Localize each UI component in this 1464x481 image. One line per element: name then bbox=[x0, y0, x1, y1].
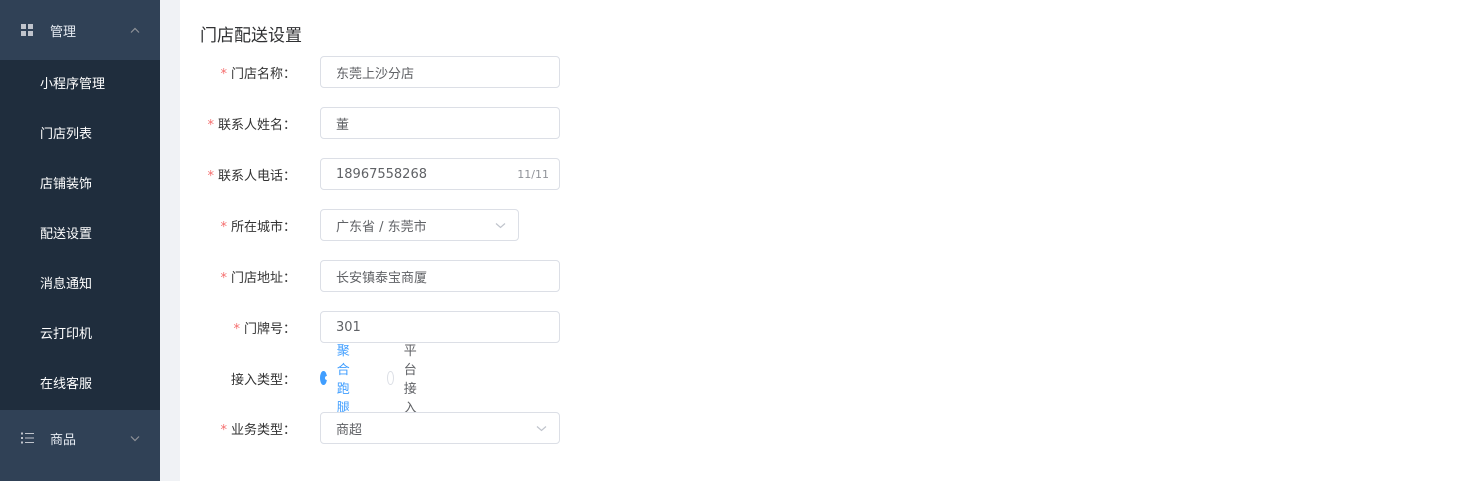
required-mark: * bbox=[233, 321, 240, 337]
form-row-access-type: 接入类型： 聚合跑腿 平台接入 bbox=[180, 344, 417, 416]
menu-goods-label: 商品 bbox=[50, 432, 77, 448]
contact-phone-label: * 联系人电话： bbox=[207, 168, 296, 184]
store-name-input[interactable]: 东莞上沙分店 bbox=[320, 56, 560, 88]
required-mark: * bbox=[207, 168, 214, 184]
door-number-input[interactable]: 301 bbox=[320, 311, 560, 343]
menu-goods[interactable]: 商品 bbox=[0, 410, 160, 466]
business-type-label: * 业务类型： bbox=[220, 422, 296, 438]
sidebar-item-store-list[interactable]: 门店列表 bbox=[0, 110, 160, 160]
form-row-contact-phone: * 联系人电话： 18967558268 11/11 bbox=[180, 158, 560, 190]
required-mark: * bbox=[207, 117, 214, 133]
char-counter: 11/11 bbox=[517, 167, 549, 181]
submenu-manage: 小程序管理 门店列表 店铺装饰 配送设置 消息通知 云打印机 在线客服 bbox=[0, 60, 160, 410]
business-type-select[interactable]: 商超 bbox=[320, 412, 560, 444]
radio-platform-access[interactable]: 平台接入 bbox=[387, 340, 424, 416]
grid-icon bbox=[20, 23, 34, 37]
contact-name-label: * 联系人姓名： bbox=[207, 117, 296, 133]
contact-phone-input[interactable]: 18967558268 11/11 bbox=[320, 158, 560, 190]
required-mark: * bbox=[220, 219, 227, 235]
chevron-up-icon bbox=[130, 23, 140, 38]
chevron-down-icon bbox=[495, 218, 506, 233]
menu-manage[interactable]: 管理 bbox=[0, 0, 160, 60]
page-title: 门店配送设置 bbox=[200, 26, 302, 46]
form-row-city: * 所在城市： 广东省 / 东莞市 bbox=[180, 209, 519, 241]
form-row-contact-name: * 联系人姓名： 董 bbox=[180, 107, 560, 139]
required-mark: * bbox=[220, 422, 227, 438]
chevron-down-icon bbox=[536, 421, 547, 436]
form-row-business-type: * 业务类型： 商超 bbox=[180, 412, 560, 444]
address-label: * 门店地址： bbox=[220, 270, 296, 286]
radio-aggregate-errand[interactable]: 聚合跑腿 bbox=[320, 340, 357, 416]
radio-unchecked-icon bbox=[387, 371, 394, 385]
sidebar-item-cloud-printer[interactable]: 云打印机 bbox=[0, 310, 160, 360]
sidebar-item-delivery-settings[interactable]: 配送设置 bbox=[0, 210, 160, 260]
address-input[interactable]: 长安镇泰宝商厦 bbox=[320, 260, 560, 292]
menu-manage-label: 管理 bbox=[50, 24, 77, 40]
access-type-label: 接入类型： bbox=[230, 372, 296, 388]
form-row-store-name: * 门店名称： 东莞上沙分店 bbox=[180, 56, 560, 88]
contact-name-input[interactable]: 董 bbox=[320, 107, 560, 139]
main-content: 门店配送设置 * 门店名称： 东莞上沙分店 * 联系人姓名： 董 * 联系人电话： 1… bbox=[180, 0, 1464, 481]
access-type-radio-group: 聚合跑腿 平台接入 bbox=[320, 344, 454, 416]
sidebar-item-mini-program[interactable]: 小程序管理 bbox=[0, 60, 160, 110]
city-label: * 所在城市： bbox=[220, 219, 296, 235]
form-row-address: * 门店地址： 长安镇泰宝商厦 bbox=[180, 260, 560, 292]
city-cascader[interactable]: 广东省 / 东莞市 bbox=[320, 209, 519, 241]
list-icon bbox=[20, 431, 34, 445]
store-name-label: * 门店名称： bbox=[220, 66, 296, 82]
required-mark: * bbox=[220, 270, 227, 286]
chevron-down-icon bbox=[130, 431, 140, 446]
door-number-label: * 门牌号： bbox=[233, 321, 296, 337]
sidebar-item-notifications[interactable]: 消息通知 bbox=[0, 260, 160, 310]
radio-checked-icon bbox=[320, 371, 329, 385]
form-row-door-number: * 门牌号： 301 bbox=[180, 311, 560, 343]
required-mark: * bbox=[220, 66, 227, 82]
content-gutter bbox=[160, 0, 180, 481]
sidebar-item-online-service[interactable]: 在线客服 bbox=[0, 360, 160, 410]
sidebar: 管理 小程序管理 门店列表 店铺装饰 配送设置 消息通知 云打印机 在线客服 商… bbox=[0, 0, 160, 481]
sidebar-item-store-decoration[interactable]: 店铺装饰 bbox=[0, 160, 160, 210]
